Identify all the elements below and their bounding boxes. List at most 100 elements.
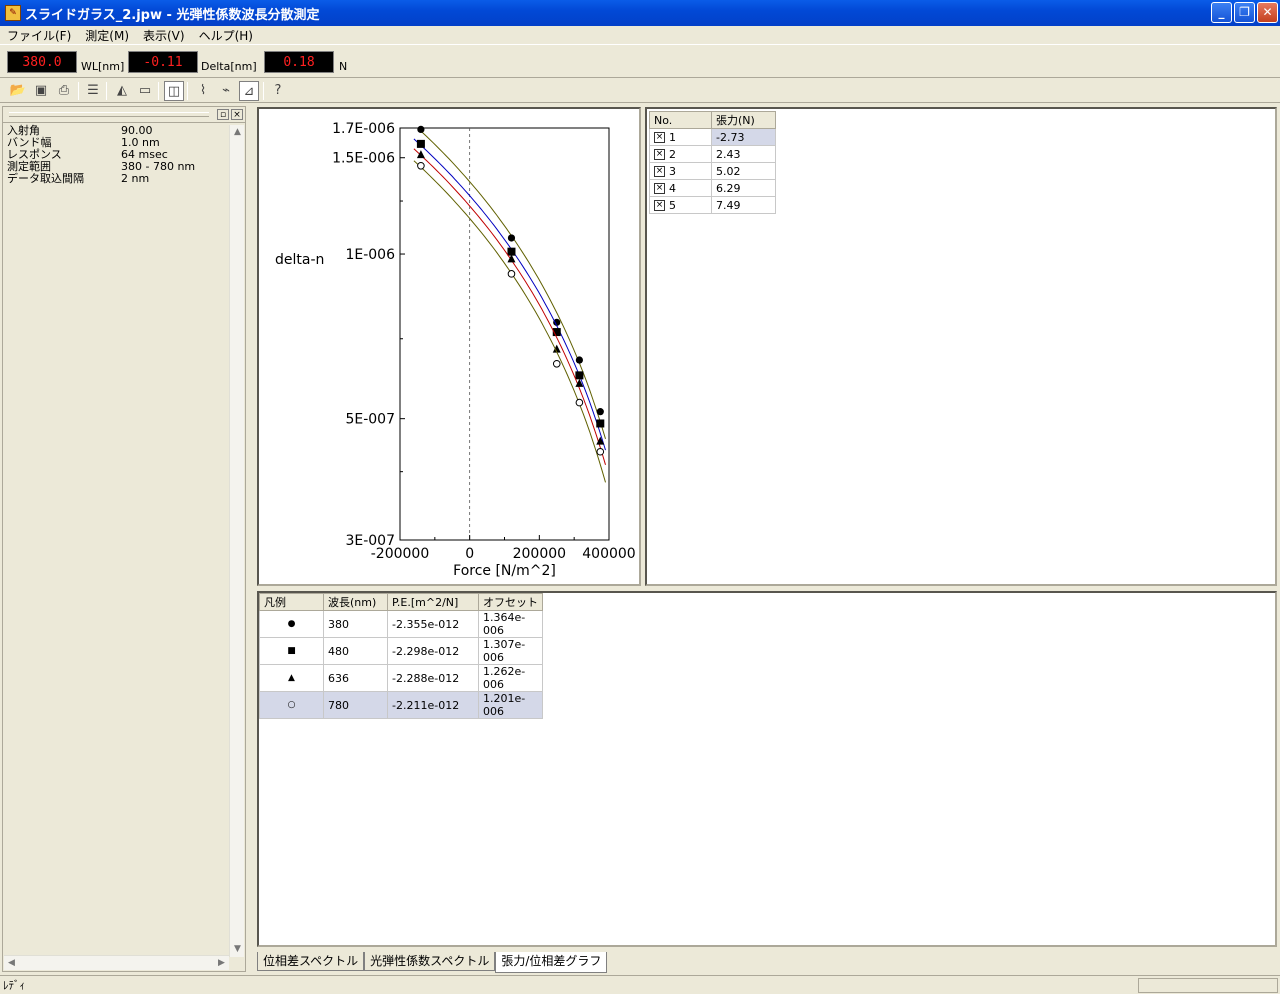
data-point [575, 356, 583, 364]
menu-help[interactable]: ヘルプ(H) [192, 27, 260, 44]
spectrum-icon[interactable]: ⌇ [193, 81, 213, 101]
menu-bar: ファイル(F) 測定(M) 表示(V) ヘルプ(H) [0, 26, 1280, 45]
view-tabs: 位相差スペクトル 光弾性係数スペクトル 張力/位相差グラフ [257, 952, 608, 973]
fit-line [413, 160, 606, 483]
window-icon[interactable]: ▭ [135, 81, 155, 101]
checkbox-icon[interactable]: × [654, 200, 665, 211]
legend-wavelength: 480 [323, 637, 388, 665]
data-point [507, 270, 516, 278]
x-tick-label: 400000 [582, 546, 635, 562]
scroll-right-icon[interactable]: ▶ [214, 956, 229, 971]
data-point [575, 371, 584, 380]
col-no[interactable]: No. [649, 111, 712, 129]
data-point [552, 359, 561, 368]
scroll-up-icon[interactable]: ▲ [230, 125, 245, 140]
tension-row[interactable]: × 4 6.29 [649, 179, 776, 197]
checkbox-icon[interactable]: × [654, 149, 665, 160]
force-readout: 0.18 [264, 51, 334, 73]
legend-pe: -2.288e-012 [387, 664, 479, 692]
data-point [417, 125, 425, 134]
data-point [596, 419, 605, 428]
legend-offset: 1.262e-006 [478, 664, 543, 692]
data-point [416, 139, 425, 148]
tension-value: 7.49 [711, 196, 776, 214]
data-point [416, 150, 425, 159]
measure-icon[interactable]: ◭ [112, 81, 132, 101]
col-tension[interactable]: 張力(N) [711, 111, 776, 129]
tension-table: No. 張力(N) × 1 -2.73 × 2 2.43 × 3 5.02 × 4 6.29 × 5 7.4… [649, 111, 776, 214]
property-list: 入射角 90.00 バンド幅 1.0 nm レスポンス 64 msec 測定範囲 380 - … [5, 125, 231, 957]
x-tick-label: 200000 [513, 546, 566, 562]
tension-no: 3 [669, 164, 676, 178]
maximize-button[interactable]: ❐ [1234, 2, 1255, 23]
legend-symbol: ○ [259, 691, 324, 719]
open-folder-icon[interactable]: 📂 [8, 81, 28, 101]
tension-no: 4 [669, 181, 676, 195]
property-pane: ▫ × 入射角 90.00 バンド幅 1.0 nm レスポンス 64 msec 測定範囲 38… [2, 106, 246, 972]
legend-row[interactable]: ○ 780 -2.211e-012 1.201e-006 [259, 691, 543, 719]
plot-frame [399, 127, 610, 541]
pe-spectrum-icon[interactable]: ⌁ [216, 81, 236, 101]
close-button[interactable]: ✕ [1257, 2, 1278, 23]
readout-bar: 380.0 WL[nm] -0.11 Delta[nm] 0.18 N [0, 46, 1280, 78]
col-offset[interactable]: オフセット [478, 593, 543, 611]
checkbox-icon[interactable]: × [654, 183, 665, 194]
legend-wavelength: 780 [323, 691, 388, 719]
y-axis-label: delta-n [275, 252, 324, 268]
settings-icon[interactable]: ☰ [83, 81, 103, 101]
vertical-scrollbar[interactable]: ▲ ▼ [229, 125, 244, 957]
help-icon[interactable]: ? [268, 81, 288, 101]
print-icon[interactable]: ⎙ [54, 81, 74, 101]
property-value: 2 nm [121, 172, 150, 185]
checkbox-icon[interactable]: × [654, 166, 665, 177]
legend-symbol: ▲ [259, 664, 324, 692]
tension-no-cell: × 3 [649, 162, 712, 180]
tension-no-cell: × 1 [649, 128, 712, 146]
horizontal-scrollbar[interactable]: ◀ ▶ [4, 955, 229, 970]
save-icon[interactable]: ▣ [31, 81, 51, 101]
legend-row[interactable]: ● 380 -2.355e-012 1.364e-006 [259, 610, 543, 638]
tension-row[interactable]: × 2 2.43 [649, 145, 776, 163]
scroll-left-icon[interactable]: ◀ [4, 956, 19, 971]
col-wavelength[interactable]: 波長(nm) [323, 593, 388, 611]
tension-graph-icon[interactable]: ⊿ [239, 81, 259, 101]
fit-line [419, 130, 606, 440]
tension-value: 2.43 [711, 145, 776, 163]
x-tick-label: 0 [465, 546, 474, 562]
tension-row[interactable]: × 1 -2.73 [649, 128, 776, 146]
checkbox-icon[interactable]: × [654, 132, 665, 143]
property-row: データ取込間隔 2 nm [5, 173, 231, 185]
toolbar: 📂 ▣ ⎙ ☰ ◭ ▭ ◫ ⌇ ⌁ ⊿ ? [0, 79, 1280, 103]
menu-measure[interactable]: 測定(M) [78, 27, 136, 44]
pane-close-icon[interactable]: × [231, 109, 243, 120]
tab-retardation-spectrum[interactable]: 位相差スペクトル [257, 952, 365, 971]
minimize-button[interactable]: _ [1211, 2, 1232, 23]
scroll-down-icon[interactable]: ▼ [230, 942, 245, 957]
legend-row[interactable]: ▲ 636 -2.288e-012 1.262e-006 [259, 664, 543, 692]
y-tick-label: 1.7E-006 [332, 121, 395, 137]
tension-value: 6.29 [711, 179, 776, 197]
legend-row[interactable]: ■ 480 -2.298e-012 1.307e-006 [259, 637, 543, 665]
tension-row[interactable]: × 5 7.49 [649, 196, 776, 214]
tension-table-pane: No. 張力(N) × 1 -2.73 × 2 2.43 × 3 5.02 × 4 6.29 × 5 7.4… [645, 107, 1277, 586]
col-pe[interactable]: P.E.[m^2/N] [387, 593, 479, 611]
tension-row[interactable]: × 3 5.02 [649, 162, 776, 180]
status-text: ﾚﾃﾞｨ [3, 979, 25, 992]
col-legend[interactable]: 凡例 [259, 593, 324, 611]
fit-line [413, 148, 606, 465]
tab-tension-graph[interactable]: 張力/位相差グラフ [495, 952, 608, 973]
pane-restore-icon[interactable]: ▫ [217, 109, 229, 120]
view-toggle-icon[interactable]: ◫ [164, 81, 184, 101]
property-key: データ取込間隔 [7, 172, 84, 185]
status-panel [1138, 978, 1278, 993]
legend-symbol: ■ [259, 637, 324, 665]
legend-offset: 1.201e-006 [478, 691, 543, 719]
menu-file[interactable]: ファイル(F) [0, 27, 78, 44]
menu-view[interactable]: 表示(V) [136, 27, 192, 44]
tab-pe-spectrum[interactable]: 光弾性係数スペクトル [364, 952, 496, 971]
data-point [417, 161, 425, 170]
status-bar: ﾚﾃﾞｨ [0, 975, 1280, 994]
tension-no-cell: × 2 [649, 145, 712, 163]
x-axis-label: Force [N/m^2] [453, 563, 556, 579]
legend-symbol: ● [259, 610, 324, 638]
